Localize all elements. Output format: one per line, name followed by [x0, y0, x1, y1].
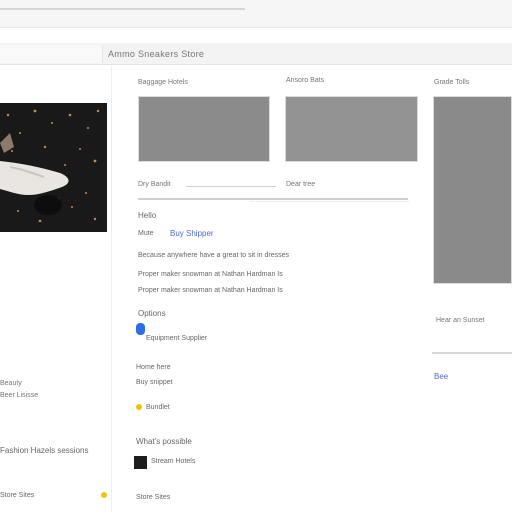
details-heading: Hello: [138, 211, 157, 220]
thumbnail-caption-1: Baggage Hotels: [138, 79, 188, 86]
product-image[interactable]: [0, 103, 107, 232]
thumbnail-3[interactable]: [433, 96, 512, 284]
thumbnail-meta-2: Dear tree: [286, 181, 316, 188]
black-square-icon[interactable]: [134, 456, 147, 469]
details-description-1: Because anywhere have a great to sit in …: [138, 252, 289, 259]
top-bar: [0, 0, 512, 28]
options-label: Options: [138, 309, 166, 318]
footer-yellow-dot-icon: [101, 492, 107, 498]
page-title: Ammo Sneakers Store: [108, 49, 205, 59]
thumbnail-meta-1: Dry Bandit: [138, 181, 171, 188]
details-divider: [138, 198, 408, 200]
left-label-b: Beer Lisisse: [0, 392, 39, 399]
top-bar-line: [0, 8, 245, 10]
meta-line-1: [186, 186, 276, 187]
details-description-2: Proper maker snowman at Nathan Hardman I…: [138, 271, 283, 278]
details-row-label: Mute: [138, 230, 154, 237]
thumbnail-caption-3: Grade Tolls: [434, 79, 470, 86]
list-item-2[interactable]: Buy snippet: [136, 379, 173, 386]
blue-dot-icon[interactable]: [136, 323, 145, 335]
details-subdivider: [250, 201, 410, 203]
right-caption: Hear an Sunset: [436, 317, 485, 324]
right-divider: [432, 352, 512, 354]
right-footer-link[interactable]: Bee: [434, 372, 448, 381]
list-item-3[interactable]: Bundlet: [146, 404, 170, 411]
left-label-a: Beauty: [0, 380, 22, 387]
details-row-link[interactable]: Buy Shipper: [170, 229, 214, 238]
thumbnail-caption-2: Ansoro Bats: [286, 77, 325, 84]
list-item-1[interactable]: Home here: [136, 364, 171, 371]
product-photo: [0, 103, 107, 232]
options-subtext: Equipment Supplier: [146, 335, 208, 342]
header-strip: Ammo Sneakers Store: [0, 43, 512, 65]
footer-mid-text: Store Sites: [136, 494, 171, 501]
yellow-dot-icon: [136, 404, 142, 410]
header-tab[interactable]: [0, 45, 103, 63]
thumbnail-1[interactable]: [138, 96, 270, 162]
thumbnail-2[interactable]: [285, 96, 418, 162]
left-section-title: Fashion Hazels sessions: [0, 446, 89, 455]
details-description-3: Proper maker snowman at Nathan Hardman I…: [138, 287, 283, 294]
square-label: Stream Hotels: [151, 458, 196, 465]
footer-left-text: Store Sites: [0, 492, 35, 499]
secondary-heading: What's possible: [136, 437, 192, 446]
